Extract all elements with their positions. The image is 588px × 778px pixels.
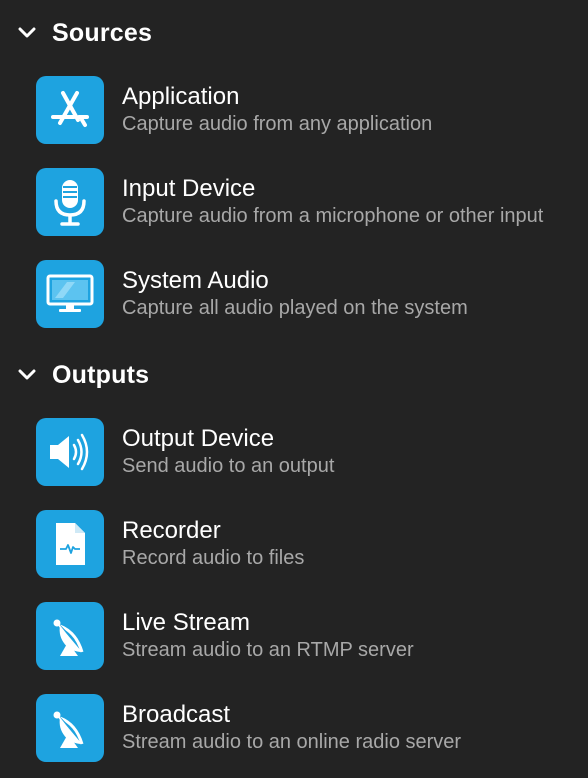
output-item-broadcast[interactable]: Broadcast Stream audio to an online radi… — [36, 694, 576, 762]
monitor-icon — [36, 260, 104, 328]
item-name: System Audio — [122, 267, 269, 294]
item-name: Live Stream — [122, 609, 251, 636]
section-title: Outputs — [52, 360, 150, 389]
output-item-live-stream[interactable]: Live Stream Stream audio to an RTMP serv… — [36, 602, 576, 670]
microphone-icon — [36, 168, 104, 236]
item-description: Record audio to files — [122, 547, 305, 569]
output-item-output-device[interactable]: Output Device Send audio to an output — [36, 418, 576, 486]
satellite-dish-icon — [36, 602, 104, 670]
item-name: Broadcast — [122, 701, 231, 728]
source-item-system-audio[interactable]: System Audio Capture all audio played on… — [36, 260, 576, 328]
item-name: Output Device — [122, 425, 275, 452]
item-name: Input Device — [122, 175, 256, 202]
item-description: Capture audio from a microphone or other… — [122, 205, 544, 227]
source-item-application[interactable]: Application Capture audio from any appli… — [36, 76, 576, 144]
item-description: Stream audio to an online radio server — [122, 731, 462, 753]
item-description: Capture all audio played on the system — [122, 297, 468, 319]
audio-file-icon — [36, 510, 104, 578]
item-name: Recorder — [122, 517, 221, 544]
app-store-icon — [36, 76, 104, 144]
item-description: Capture audio from any application — [122, 113, 433, 135]
item-name: Application — [122, 83, 240, 110]
satellite-dish-icon — [36, 694, 104, 762]
speaker-icon — [36, 418, 104, 486]
output-item-recorder[interactable]: Recorder Record audio to files — [36, 510, 576, 578]
source-item-input-device[interactable]: Input Device Capture audio from a microp… — [36, 168, 576, 236]
chevron-down-icon[interactable] — [16, 22, 38, 44]
outputs-section-header[interactable]: Outputs — [16, 358, 149, 392]
section-title: Sources — [52, 18, 153, 47]
chevron-down-icon[interactable] — [16, 364, 38, 386]
sources-section-header[interactable]: Sources — [16, 16, 152, 50]
item-description: Stream audio to an RTMP server — [122, 639, 414, 661]
item-description: Send audio to an output — [122, 455, 335, 477]
